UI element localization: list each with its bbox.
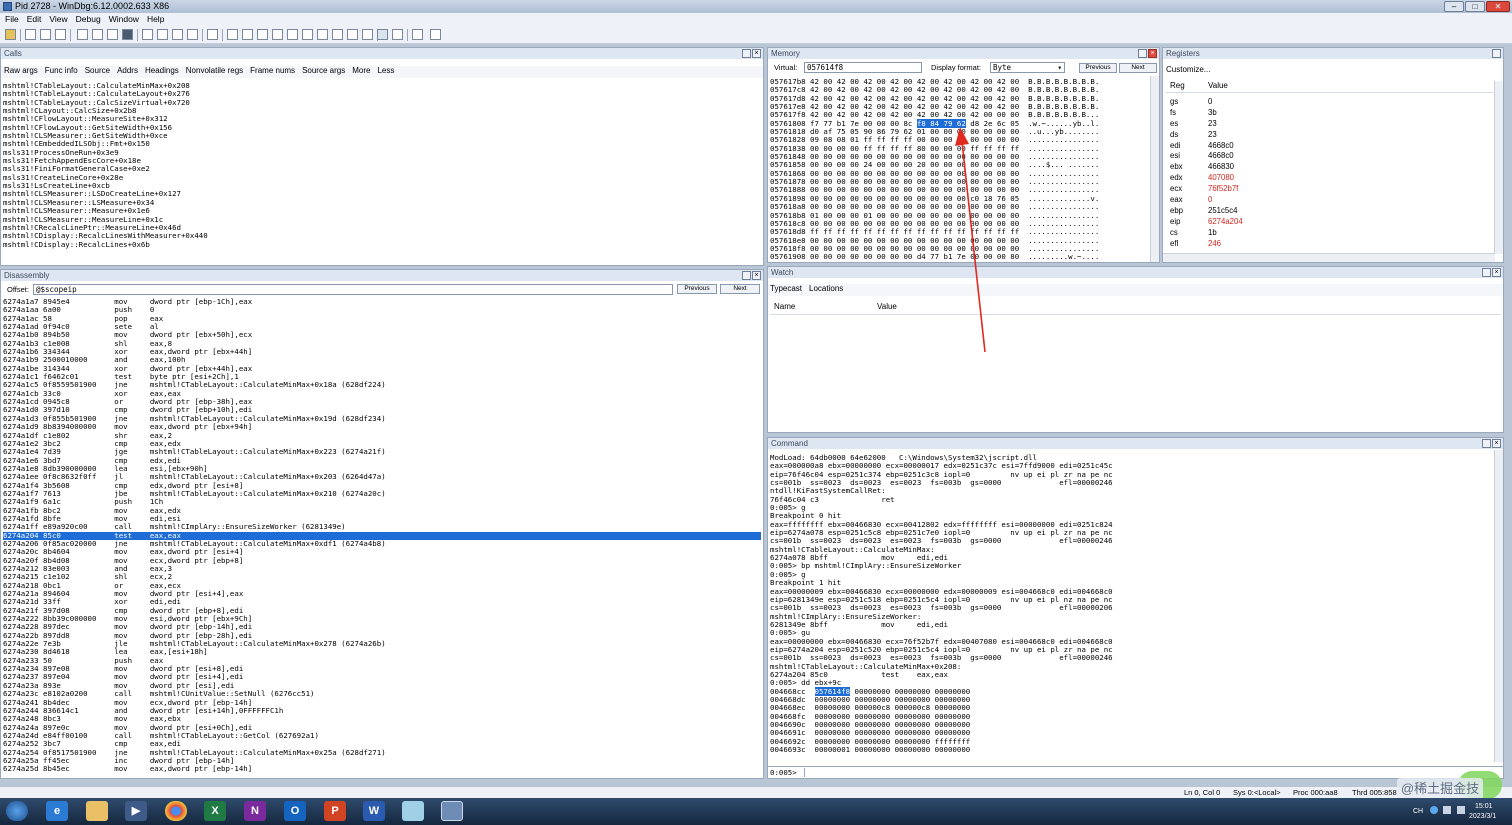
clock-date[interactable]: 2023/3/1	[1469, 813, 1496, 820]
status-thrd: Thrd 005:858	[1352, 788, 1397, 797]
arrow-line	[961, 141, 986, 353]
chrome-icon[interactable]	[165, 801, 187, 821]
outlook-icon[interactable]: O	[284, 801, 306, 821]
tray-app-icon[interactable]	[1430, 806, 1438, 814]
ime-icon[interactable]: CH	[1413, 808, 1423, 815]
start-icon[interactable]	[6, 801, 28, 821]
system-tray: CH 15:01 2023/3/1	[1405, 801, 1505, 823]
excel-icon[interactable]: X	[204, 801, 226, 821]
status-sys: Sys 0:<Local>	[1233, 788, 1281, 797]
media-player-icon[interactable]: ▶	[125, 801, 147, 821]
volume-icon[interactable]	[1457, 806, 1465, 814]
explorer-icon[interactable]	[86, 801, 108, 821]
powerpoint-icon[interactable]: P	[324, 801, 346, 821]
word-icon[interactable]: W	[363, 801, 385, 821]
status-proc: Proc 000:aa8	[1293, 788, 1338, 797]
clock-time[interactable]: 15:01	[1475, 803, 1493, 810]
network-icon[interactable]	[1443, 806, 1451, 814]
watermark: @稀土掘金技术社区	[1397, 778, 1483, 818]
windbg-task-icon[interactable]	[441, 801, 463, 821]
status-position: Ln 0, Col 0	[1184, 788, 1221, 797]
ie-icon[interactable]: e	[46, 801, 68, 821]
onenote-icon[interactable]: N	[244, 801, 266, 821]
annotation-arrow	[955, 127, 986, 353]
notepad-icon[interactable]	[402, 801, 424, 821]
arrow-head	[955, 127, 969, 146]
taskbar: e ▶ X N O P W CH 15:01 2023/3/1	[0, 798, 1512, 825]
